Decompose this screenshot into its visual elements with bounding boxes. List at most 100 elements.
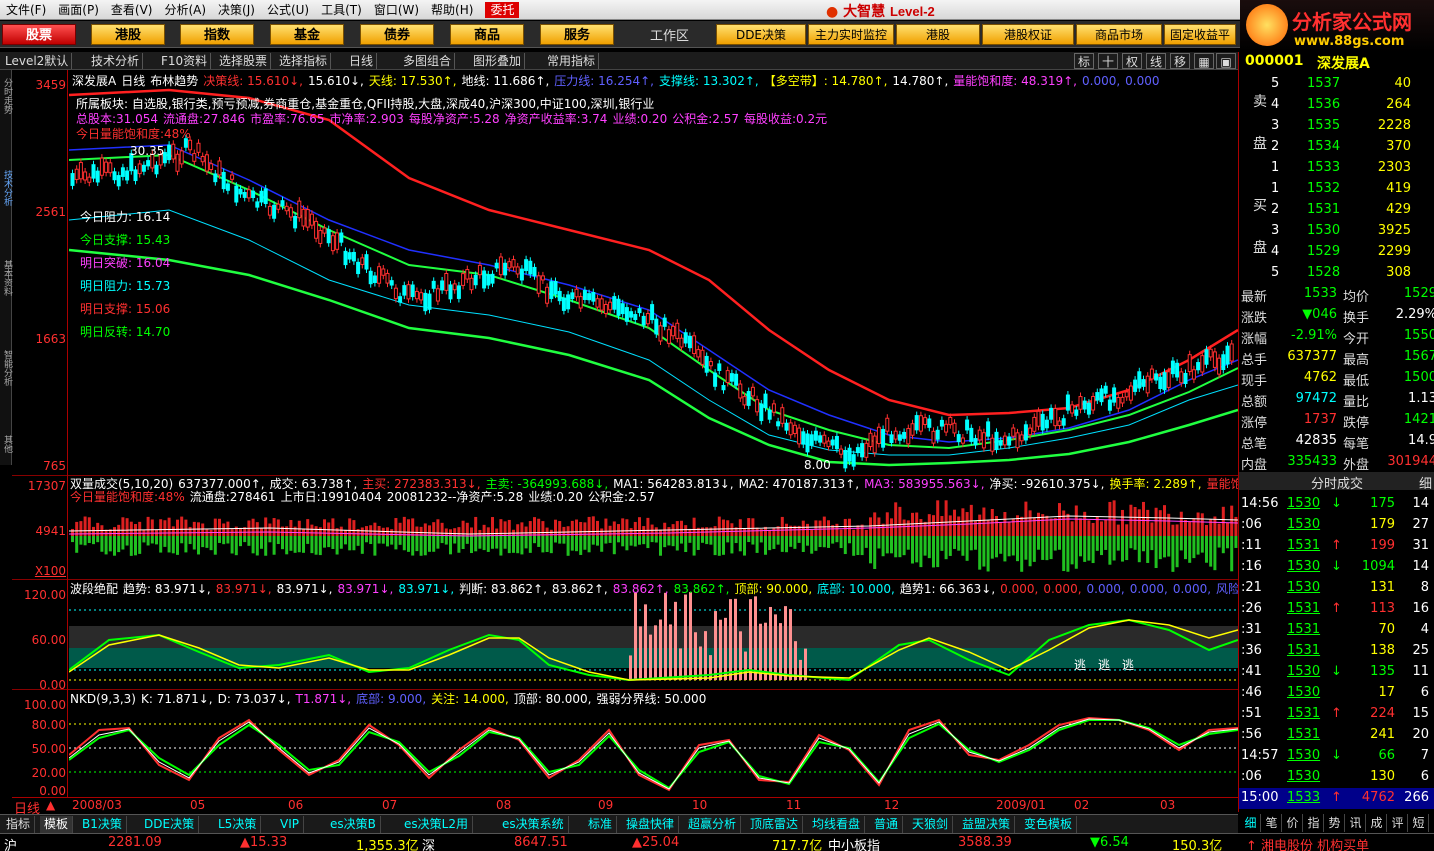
template-tab[interactable]: 普通 — [870, 816, 904, 833]
ws-hk-warrant-button[interactable]: 港股权证 — [982, 24, 1074, 45]
menu-window[interactable]: 窗口(W) — [368, 0, 425, 20]
book-p: 1531 — [1307, 202, 1341, 217]
vtab-intraday[interactable]: 分时走势 — [0, 78, 12, 114]
template-tab[interactable]: 超赢分析 — [684, 816, 742, 833]
toolbar-line-button[interactable]: 线 — [1146, 53, 1166, 69]
menu-tools[interactable]: 工具(T) — [315, 0, 368, 20]
quote-tab[interactable]: 势 — [1325, 814, 1345, 832]
volume-sell-bar — [755, 536, 759, 553]
vtab-other[interactable]: 其他 — [0, 435, 12, 453]
template-tab[interactable]: 益盟决策 — [958, 816, 1016, 833]
toolbar-level2-default[interactable]: Level2默认 — [2, 53, 73, 69]
toolbar-select-stock[interactable]: 选择股票 — [216, 53, 272, 69]
template-tab[interactable]: 顶底雷达 — [746, 816, 804, 833]
toolbar-move-button[interactable]: 移 — [1170, 53, 1190, 69]
wave-bar — [704, 631, 707, 680]
template-tab[interactable]: es决策L2用 — [400, 816, 473, 833]
book-row[interactable]: 4 1536 264 — [1239, 95, 1434, 116]
quote-tab[interactable]: 指 — [1304, 814, 1324, 832]
volume-buy-bar — [83, 516, 87, 536]
caption-segment: 83.862↑, — [612, 582, 669, 596]
quote-tab[interactable]: 价 — [1283, 814, 1303, 832]
nav-service-button[interactable]: 服务 — [540, 24, 614, 45]
template-tab[interactable]: DDE决策 — [140, 816, 200, 833]
template-tab[interactable]: es决策B — [326, 816, 381, 833]
date-tick: 12 — [884, 798, 900, 812]
nav-hk-button[interactable]: 港股 — [91, 24, 165, 45]
menu-file[interactable]: 文件(F) — [0, 0, 52, 20]
book-p: 1528 — [1307, 265, 1341, 280]
price-chart-canvas[interactable] — [69, 70, 1238, 476]
quote-tab[interactable]: 成 — [1367, 814, 1387, 832]
template-tab[interactable]: B1决策 — [78, 816, 127, 833]
volume-sell-bar — [734, 536, 738, 544]
menu-view-screen[interactable]: 画面(P) — [52, 0, 105, 20]
ws-commodity-button[interactable]: 商品市场 — [1076, 24, 1162, 45]
entrust-button[interactable]: 委托 — [485, 2, 520, 18]
volume-sell-bar — [1188, 536, 1192, 563]
caption-segment: 0.000, — [1000, 582, 1039, 596]
volume-sell-bar — [369, 536, 373, 545]
template-tab[interactable]: 操盘快律 — [622, 816, 680, 833]
nav-bond-button[interactable]: 债券 — [360, 24, 434, 45]
period-arrow-icon[interactable]: ▲ — [46, 798, 55, 812]
quote-tab[interactable]: 细 — [1241, 814, 1261, 832]
vtab-technical[interactable]: 技术分析 — [0, 170, 12, 206]
book-row[interactable]: 5 1528 308 — [1239, 263, 1434, 284]
toolbar-multi-chart[interactable]: 多图组合 — [400, 53, 456, 69]
menu-analysis[interactable]: 分析(A) — [158, 0, 212, 20]
toolbar-layout-icon[interactable]: ▣ — [1216, 53, 1236, 69]
book-row[interactable]: 5 1537 40 — [1239, 74, 1434, 95]
vtab-smart[interactable]: 智能分析 — [0, 350, 12, 386]
book-n: 1 — [1271, 181, 1280, 196]
menu-help[interactable]: 帮助(H) — [425, 0, 479, 20]
nav-index-button[interactable]: 指数 — [180, 24, 254, 45]
toolbar-technical[interactable]: 技术分析 — [88, 53, 144, 69]
template-tab[interactable]: 天狼剑 — [908, 816, 954, 833]
template-tab[interactable]: L5决策 — [214, 816, 262, 833]
ws-hk-button[interactable]: 港股 — [896, 24, 980, 45]
toolbar-common-indicators[interactable]: 常用指标 — [544, 53, 600, 69]
toolbar-cross-button[interactable]: 十 — [1098, 53, 1118, 69]
vtab-basic[interactable]: 基本资料 — [0, 260, 12, 296]
template-tab[interactable]: 指标 — [2, 816, 36, 833]
book-row[interactable]: 3 1530 3925 — [1239, 221, 1434, 242]
template-tab[interactable]: VIP — [276, 816, 304, 833]
menu-view[interactable]: 查看(V) — [105, 0, 159, 20]
ticks-detail-button[interactable]: 细 — [1419, 473, 1432, 492]
toolbar-f10[interactable]: F10资料 — [158, 53, 212, 69]
quote-tab[interactable]: 评 — [1388, 814, 1408, 832]
template-tab[interactable]: 模板 — [40, 816, 74, 833]
nav-commodity-button[interactable]: 商品 — [450, 24, 524, 45]
book-row[interactable]: 2 1534 370 — [1239, 137, 1434, 158]
ws-monitor-button[interactable]: 主力实时监控 — [808, 24, 894, 45]
ws-dde-button[interactable]: DDE决策 — [716, 24, 806, 45]
template-tab[interactable]: es决策系统 — [498, 816, 569, 833]
nav-stocks-button[interactable]: 股票 — [2, 24, 76, 45]
toolbar-grid-icon[interactable]: ▦ — [1194, 53, 1214, 69]
book-row[interactable]: 1 1532 419 — [1239, 179, 1434, 200]
book-row[interactable]: 1 1533 2303 — [1239, 158, 1434, 179]
template-tab[interactable]: 标准 — [584, 816, 618, 833]
ws-fixed-income-button[interactable]: 固定收益平 — [1164, 24, 1236, 45]
toolbar-daily[interactable]: 日线 — [346, 53, 378, 69]
quote-tab[interactable]: 短 — [1409, 814, 1429, 832]
volume-sell-bar — [1137, 536, 1141, 563]
template-tab[interactable]: 均线看盘 — [808, 816, 866, 833]
toolbar-overlay[interactable]: 图形叠加 — [470, 53, 526, 69]
menu-decision[interactable]: 决策(J) — [212, 0, 261, 20]
toolbar-mark-button[interactable]: 标 — [1074, 53, 1094, 69]
book-row[interactable]: 4 1529 2299 — [1239, 242, 1434, 263]
book-row[interactable]: 2 1531 429 — [1239, 200, 1434, 221]
brand-suffix: Level-2 — [889, 4, 935, 19]
menu-formula[interactable]: 公式(U) — [261, 0, 315, 20]
news-ticker[interactable]: ↑ 湘电股份 机构买单 — [1246, 835, 1369, 851]
nav-fund-button[interactable]: 基金 — [270, 24, 344, 45]
toolbar-right-button[interactable]: 权 — [1122, 53, 1142, 69]
candle-body — [511, 259, 516, 268]
quote-tab[interactable]: 讯 — [1346, 814, 1366, 832]
quote-tab[interactable]: 笔 — [1262, 814, 1282, 832]
template-tab[interactable]: 变色模板 — [1020, 816, 1078, 833]
book-row[interactable]: 3 1535 2228 — [1239, 116, 1434, 137]
toolbar-select-indicator[interactable]: 选择指标 — [276, 53, 332, 69]
